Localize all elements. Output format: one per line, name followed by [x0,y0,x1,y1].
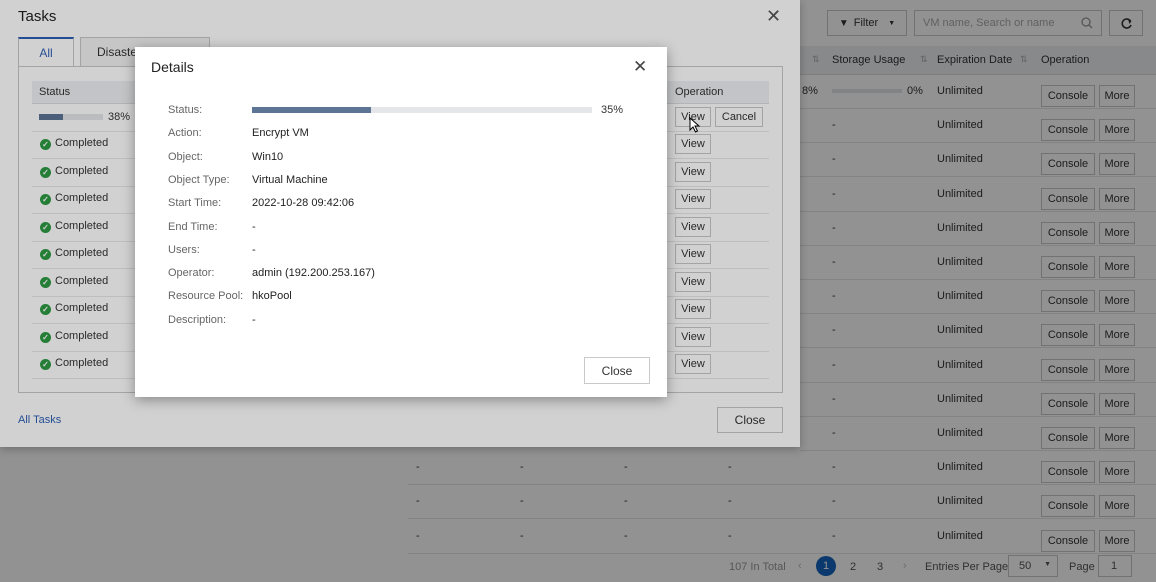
field-value: - [252,313,256,326]
details-progress-text: 35% [601,104,624,116]
field-label: Action: [168,127,202,140]
cursor-icon [689,117,701,133]
field-value: - [252,220,256,233]
field-value: Win10 [252,150,284,163]
field-label: Status: [168,104,203,116]
field-label: Start Time: [168,197,222,210]
field-value: 2022-10-28 09:42:06 [252,197,355,210]
field-value: - [252,243,256,256]
details-dialog-title: Details [151,59,194,75]
field-value: hkoPool [252,290,292,303]
field-value: Virtual Machine [252,173,328,186]
field-label: Users: [168,243,200,256]
details-progress-fill [252,107,371,113]
close-icon[interactable]: ✕ [633,57,647,77]
field-label: Resource Pool: [168,290,244,303]
field-label: Object Type: [168,173,230,186]
details-progress-bar [252,107,592,113]
details-close-button[interactable]: Close [584,357,650,384]
field-label: End Time: [168,220,218,233]
details-dialog: Details ✕ 35% Status: Action: Encrypt VM Ob… [135,47,667,397]
field-label: Object: [168,150,203,163]
details-close-label: Close [601,363,633,378]
field-label: Operator: [168,267,215,280]
field-label: Description: [168,313,227,326]
field-value: Encrypt VM [252,127,309,140]
field-value: admin (192.200.253.167) [252,267,375,280]
